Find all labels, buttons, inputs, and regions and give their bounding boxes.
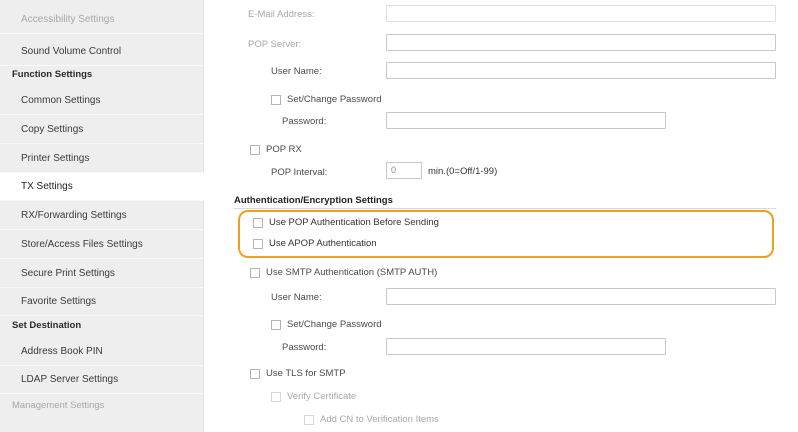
verify-certificate-label: Verify Certificate	[287, 391, 357, 402]
smtp-set-change-password-checkbox[interactable]	[271, 320, 281, 330]
sidebar-item-secure-print-settings[interactable]: Secure Print Settings	[0, 260, 204, 288]
sidebar-item-ldap-server-settings[interactable]: LDAP Server Settings	[0, 366, 204, 394]
sidebar-item-copy-settings[interactable]: Copy Settings	[0, 116, 204, 144]
add-cn-checkbox[interactable]	[304, 415, 314, 425]
sidebar-heading-management-settings: Management Settings	[12, 400, 105, 411]
tx-settings-form: E-Mail Address: POP Server: User Name: S…	[228, 0, 798, 432]
sidebar-item-common-settings[interactable]: Common Settings	[0, 87, 204, 115]
pop-user-name-label: User Name:	[271, 66, 322, 77]
use-smtp-auth-checkbox[interactable]	[250, 268, 260, 278]
verify-certificate-checkbox[interactable]	[271, 392, 281, 402]
sidebar-item-sound-volume-control[interactable]: Sound Volume Control	[0, 38, 204, 66]
sidebar-item-favorite-settings[interactable]: Favorite Settings	[0, 288, 204, 316]
pop-password-label: Password:	[282, 116, 327, 127]
pop-interval-input[interactable]: 0	[386, 162, 422, 179]
smtp-password-label: Password:	[282, 342, 327, 353]
pop-password-input[interactable]	[386, 112, 666, 129]
settings-sidebar: Accessibility Settings Sound Volume Cont…	[0, 0, 204, 432]
sidebar-item-address-book-pin[interactable]: Address Book PIN	[0, 338, 204, 366]
highlight-frame	[238, 210, 774, 258]
sidebar-item-accessibility-settings[interactable]: Accessibility Settings	[0, 6, 204, 34]
sidebar-item-store-access-files-settings[interactable]: Store/Access Files Settings	[0, 231, 204, 259]
pop-rx-checkbox[interactable]	[250, 145, 260, 155]
sidebar-heading-set-destination: Set Destination	[12, 320, 82, 331]
email-address-label: E-Mail Address:	[248, 9, 315, 20]
auth-encryption-section-title: Authentication/Encryption Settings	[234, 195, 393, 206]
use-tls-label: Use TLS for SMTP	[266, 368, 346, 379]
pop-set-change-password-checkbox[interactable]	[271, 95, 281, 105]
sidebar-item-tx-settings[interactable]: TX Settings	[0, 173, 204, 201]
pop-interval-label: POP Interval:	[271, 167, 328, 178]
sidebar-item-rx-forwarding-settings[interactable]: RX/Forwarding Settings	[0, 202, 204, 230]
pop-rx-label: POP RX	[266, 144, 302, 155]
pop-user-name-input[interactable]	[386, 62, 776, 79]
smtp-user-name-input[interactable]	[386, 288, 776, 305]
section-divider	[234, 208, 776, 209]
sidebar-item-printer-settings[interactable]: Printer Settings	[0, 145, 204, 173]
add-cn-label: Add CN to Verification Items	[320, 414, 439, 425]
use-tls-checkbox[interactable]	[250, 369, 260, 379]
pop-interval-unit: min.(0=Off/1-99)	[428, 166, 498, 177]
smtp-set-change-password-label: Set/Change Password	[287, 319, 382, 330]
pop-set-change-password-label: Set/Change Password	[287, 94, 382, 105]
smtp-password-input[interactable]	[386, 338, 666, 355]
email-address-input[interactable]	[386, 5, 776, 22]
smtp-user-name-label: User Name:	[271, 292, 322, 303]
pop-server-input[interactable]	[386, 34, 776, 51]
use-smtp-auth-label: Use SMTP Authentication (SMTP AUTH)	[266, 267, 438, 278]
pop-server-label: POP Server:	[248, 39, 302, 50]
sidebar-heading-function-settings: Function Settings	[12, 69, 93, 80]
